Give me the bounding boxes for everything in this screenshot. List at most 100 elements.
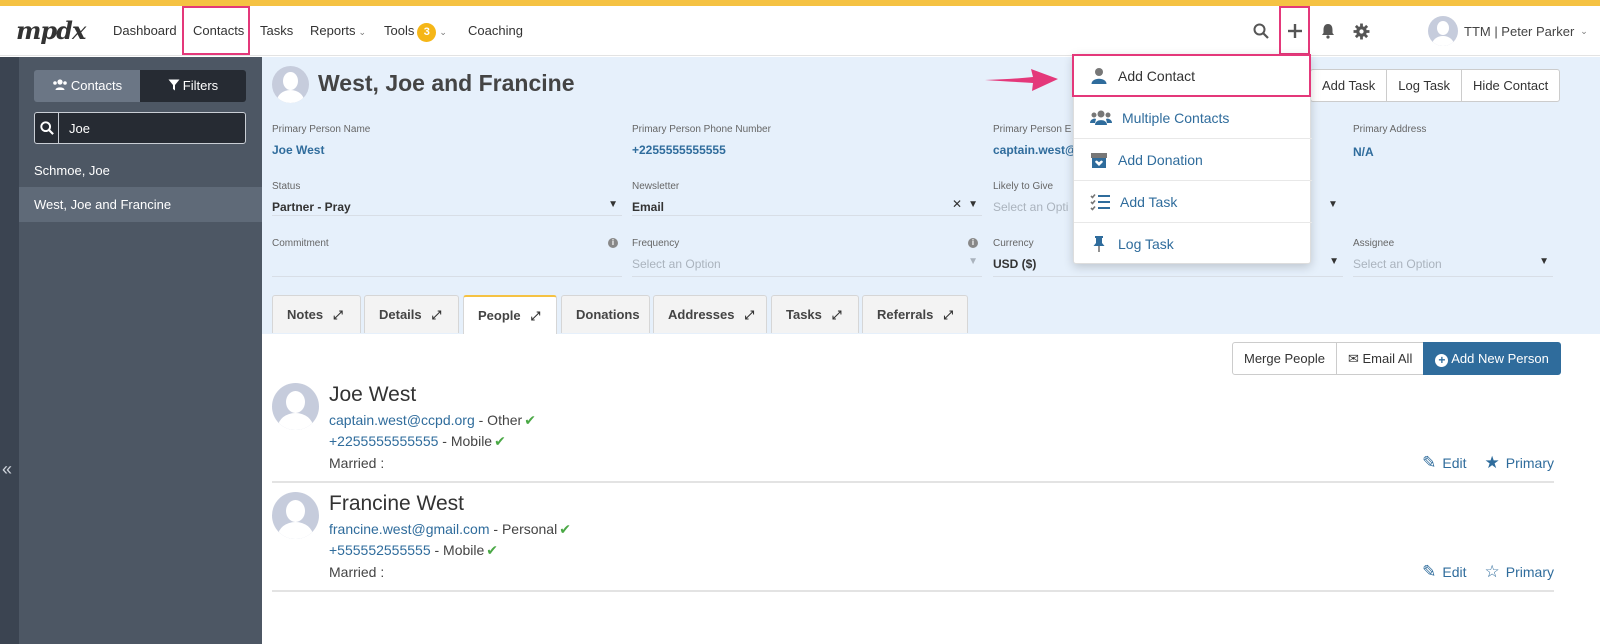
double-chevron-left-icon[interactable]: « (2, 459, 12, 480)
sidebar-contact-item[interactable]: Schmoe, Joe (19, 153, 262, 188)
field-frequency[interactable]: Frequency i Select an Option ▼ (632, 238, 982, 277)
person-phone-link[interactable]: +2255555555555 (329, 433, 438, 449)
gear-icon[interactable] (1349, 19, 1373, 43)
nav-contacts[interactable]: Contacts (193, 6, 244, 56)
field-status[interactable]: Status Partner - Pray ▼ (272, 181, 622, 216)
person-email-row: francine.west@gmail.com - Personal ✔ (329, 521, 571, 538)
tab-details[interactable]: Details ⤢ (364, 295, 459, 333)
add-task-button[interactable]: Add Task (1310, 69, 1388, 102)
primary-phone-link[interactable]: +2255555555555 (632, 143, 982, 157)
field-label: Frequency (632, 238, 680, 249)
user-name: TTM | Peter Parker (1464, 23, 1575, 39)
menu-item-log-task[interactable]: Log Task (1074, 223, 1312, 265)
person-email-link[interactable]: francine.west@gmail.com (329, 521, 490, 537)
primary-address-link[interactable]: N/A (1353, 145, 1553, 159)
nav-coaching[interactable]: Coaching (468, 6, 523, 56)
contact-search (34, 112, 246, 144)
menu-item-add-contact[interactable]: Add Contact (1074, 55, 1312, 97)
primary-link[interactable]: Primary (1506, 455, 1554, 471)
sidebar-contact-item-active[interactable]: West, Joe and Francine (19, 187, 262, 222)
edit-icon[interactable]: ✎ (1422, 562, 1436, 582)
person-email-link[interactable]: captain.west@ccpd.org (329, 412, 475, 428)
thumbtack-icon (1093, 236, 1105, 252)
field-likely-to-give[interactable]: Likely to Give Select an Opti (993, 181, 1073, 214)
expand-icon[interactable]: ⤢ (531, 309, 541, 323)
people-toolbar: Merge People ✉ Email All + Add New Perso… (1232, 342, 1561, 375)
primary-email-link[interactable]: captain.west@ (993, 143, 1073, 157)
hide-contact-button[interactable]: Hide Contact (1461, 69, 1561, 102)
expand-icon[interactable]: ⤢ (432, 308, 442, 322)
tab-label: Details (379, 307, 422, 322)
clear-icon[interactable]: ✕ (952, 197, 962, 211)
tab-label: Referrals (877, 307, 934, 322)
field-label: Primary Address (1353, 124, 1427, 135)
plus-icon[interactable] (1283, 19, 1307, 43)
menu-item-multiple-contacts[interactable]: Multiple Contacts (1074, 97, 1312, 139)
merge-people-button[interactable]: Merge People (1232, 342, 1337, 375)
filters-toggle-label: Filters (182, 78, 219, 93)
search-icon[interactable] (35, 113, 59, 143)
contacts-toggle[interactable]: Contacts (34, 70, 140, 102)
envelope-icon: ✉ (1347, 351, 1359, 366)
frequency-select[interactable]: Select an Option (632, 257, 982, 271)
search-icon[interactable] (1249, 19, 1273, 43)
tab-referrals[interactable]: Referrals ⤢ (862, 295, 968, 333)
bell-icon[interactable] (1316, 19, 1340, 43)
nav-tools-label: Tools (384, 23, 415, 38)
field-assignee[interactable]: Assignee Select an Option ▼ (1353, 238, 1553, 277)
expand-icon[interactable]: ⤢ (832, 308, 842, 322)
check-icon: ✔ (486, 542, 499, 558)
likely-to-give-select[interactable]: Select an Opti (993, 200, 1073, 214)
nav-tools[interactable]: Tools 3 ⌄ (384, 6, 447, 56)
person-marital: Married : (329, 564, 385, 580)
field-primary-person-name: Primary Person Name Joe West (272, 124, 622, 157)
status-select[interactable]: Partner - Pray (272, 200, 622, 214)
edit-icon[interactable]: ✎ (1422, 453, 1436, 473)
nav-tasks[interactable]: Tasks (260, 6, 293, 56)
nav-reports-label: Reports (310, 23, 356, 38)
add-new-person-button[interactable]: + Add New Person (1423, 342, 1561, 375)
edit-link[interactable]: Edit (1442, 455, 1466, 471)
edit-link[interactable]: Edit (1442, 564, 1466, 580)
nav-dashboard[interactable]: Dashboard (113, 6, 177, 56)
user-menu[interactable]: TTM | Peter Parker ⌄ (1428, 15, 1588, 47)
star-filled-icon[interactable]: ★ (1485, 453, 1500, 473)
field-primary-phone: Primary Person Phone Number +22555555555… (632, 124, 982, 157)
tab-addresses[interactable]: Addresses ⤢ (653, 295, 767, 333)
phone-type: - Mobile (434, 542, 485, 558)
log-task-button[interactable]: Log Task (1386, 69, 1463, 102)
tab-notes[interactable]: Notes ⤢ (272, 295, 361, 333)
search-input[interactable] (59, 113, 245, 143)
field-underline (993, 276, 1343, 277)
avatar (272, 66, 309, 103)
person-marital: Married : (329, 455, 385, 471)
person-phone-row: +2255555555555 - Mobile ✔ (329, 433, 506, 450)
add-dropdown-menu: Add Contact Multiple Contacts Add Donati… (1073, 54, 1312, 265)
check-icon: ✔ (494, 433, 506, 449)
arrow-right-icon (985, 69, 1058, 91)
newsletter-select[interactable]: Email (632, 200, 982, 214)
primary-person-link[interactable]: Joe West (272, 143, 622, 157)
person-phone-link[interactable]: +555552555555 (329, 542, 431, 558)
mpdx-logo[interactable]: mpdx (16, 16, 86, 45)
expand-icon[interactable]: ⤢ (943, 308, 953, 322)
filters-toggle[interactable]: Filters (140, 70, 246, 102)
menu-item-add-task[interactable]: Add Task (1074, 181, 1312, 223)
menu-item-label: Add Contact (1118, 67, 1196, 84)
tab-tasks[interactable]: Tasks ⤢ (771, 295, 859, 333)
menu-item-add-donation[interactable]: Add Donation (1074, 139, 1312, 181)
menu-item-label: Log Task (1118, 236, 1174, 252)
expand-icon[interactable]: ⤢ (744, 308, 754, 322)
chevron-down-icon: ▼ (1328, 199, 1338, 210)
tab-people[interactable]: People ⤢ (463, 295, 557, 334)
star-outline-icon[interactable]: ☆ (1485, 562, 1500, 582)
field-newsletter[interactable]: Newsletter Email ✕ ▼ (632, 181, 982, 216)
primary-link[interactable]: Primary (1506, 564, 1554, 580)
assignee-select[interactable]: Select an Option (1353, 257, 1553, 271)
contact-name: West, Joe and Francine (318, 70, 575, 96)
tab-donations[interactable]: Donations (561, 295, 650, 333)
nav-reports[interactable]: Reports ⌄ (310, 6, 366, 56)
expand-icon[interactable]: ⤢ (333, 308, 343, 322)
field-commitment[interactable]: Commitment i (272, 238, 622, 277)
email-all-button[interactable]: ✉ Email All (1335, 342, 1425, 375)
